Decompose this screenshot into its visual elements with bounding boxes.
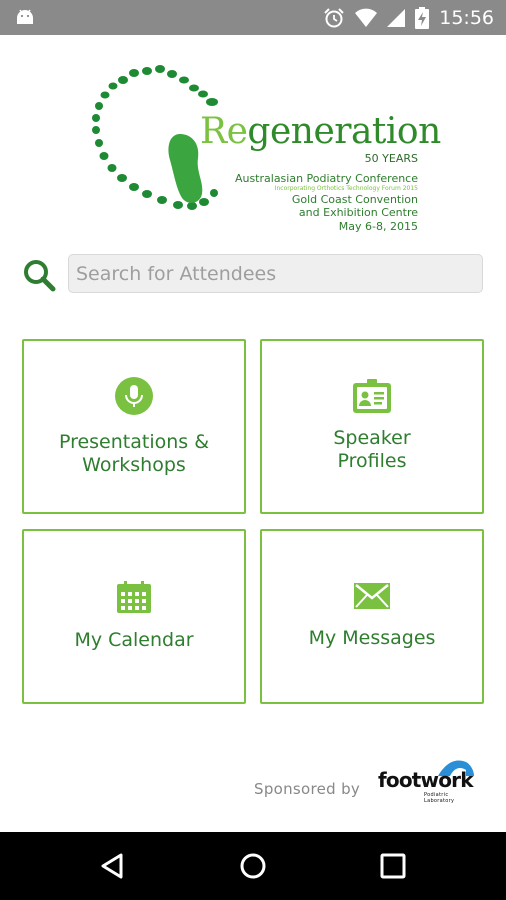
speaker-profiles-tile[interactable]: Speaker Profiles (260, 339, 484, 514)
footwork-subtitle: Podiatric Laboratory (424, 792, 455, 804)
back-icon[interactable] (95, 848, 131, 884)
sponsored-by-label: Sponsored by (254, 780, 361, 798)
envelope-icon (354, 583, 390, 609)
alarm-icon (324, 7, 344, 27)
footwork-logo: footwork Podiatric Laboratory (378, 756, 478, 804)
tile-label: Presentations & Workshops (58, 431, 210, 476)
microphone-icon (115, 377, 153, 415)
tile-label: Speaker Profiles (333, 427, 411, 472)
logo-dates: May 6-8, 2015 (338, 220, 418, 233)
battery-charging-icon (415, 6, 430, 29)
wifi-icon (355, 8, 378, 27)
logo-years: 50 YEARS (364, 152, 418, 165)
tile-label: My Calendar (74, 629, 194, 651)
cell-signal-icon (387, 8, 406, 27)
footwork-wordmark: footwork (378, 768, 474, 792)
calendar-icon (117, 581, 151, 613)
presentations-workshops-tile[interactable]: Presentations & Workshops (22, 339, 246, 514)
recents-icon[interactable] (375, 848, 411, 884)
home-icon[interactable] (235, 848, 271, 884)
navigation-bar (0, 832, 506, 900)
android-debug-icon (17, 9, 33, 24)
status-time: 15:56 (439, 6, 494, 29)
search-input[interactable] (68, 254, 483, 293)
status-bar: 15:56 (0, 0, 506, 35)
search-icon[interactable] (22, 258, 56, 292)
my-calendar-tile[interactable]: My Calendar (22, 529, 246, 704)
logo-venue: Gold Coast Convention and Exhibition Cen… (291, 193, 418, 219)
id-card-icon (353, 379, 391, 413)
logo-title: Regeneration (200, 111, 441, 152)
my-messages-tile[interactable]: My Messages (260, 529, 484, 704)
tile-label: My Messages (308, 627, 436, 649)
logo-conference: Australasian Podiatry Conference (234, 172, 418, 185)
conference-logo: Regeneration 50 YEARS Australasian Podia… (84, 62, 441, 237)
logo-forum: Incorporating Orthotics Technology Forum… (274, 185, 418, 192)
